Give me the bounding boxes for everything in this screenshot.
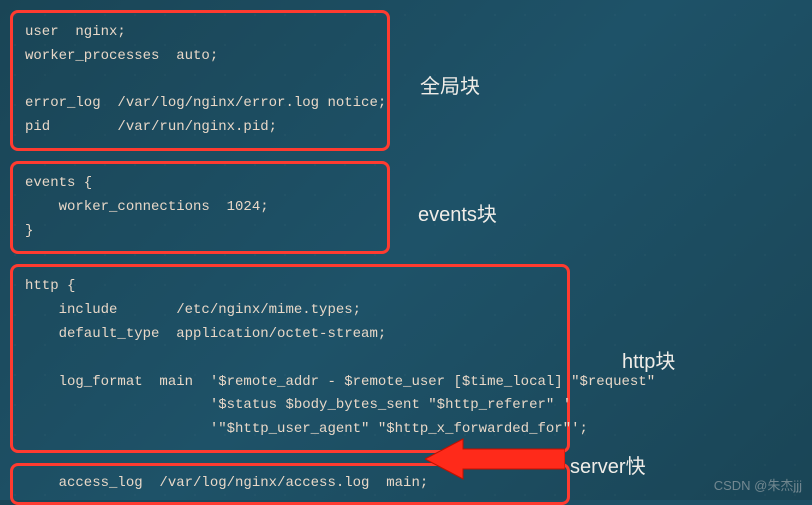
http-block: http { include /etc/nginx/mime.types; de… [10, 264, 570, 453]
global-block: user nginx; worker_processes auto; error… [10, 10, 390, 151]
arrow-icon [425, 435, 565, 483]
server-label: server快 [570, 450, 646, 479]
events-block: events { worker_connections 1024; } [10, 161, 390, 254]
watermark: CSDN @朱杰jjj [714, 475, 802, 494]
events-label: events块 [418, 198, 497, 227]
global-label: 全局块 [420, 70, 480, 99]
config-diagram: user nginx; worker_processes auto; error… [0, 0, 812, 505]
http-label: http块 [622, 345, 675, 374]
